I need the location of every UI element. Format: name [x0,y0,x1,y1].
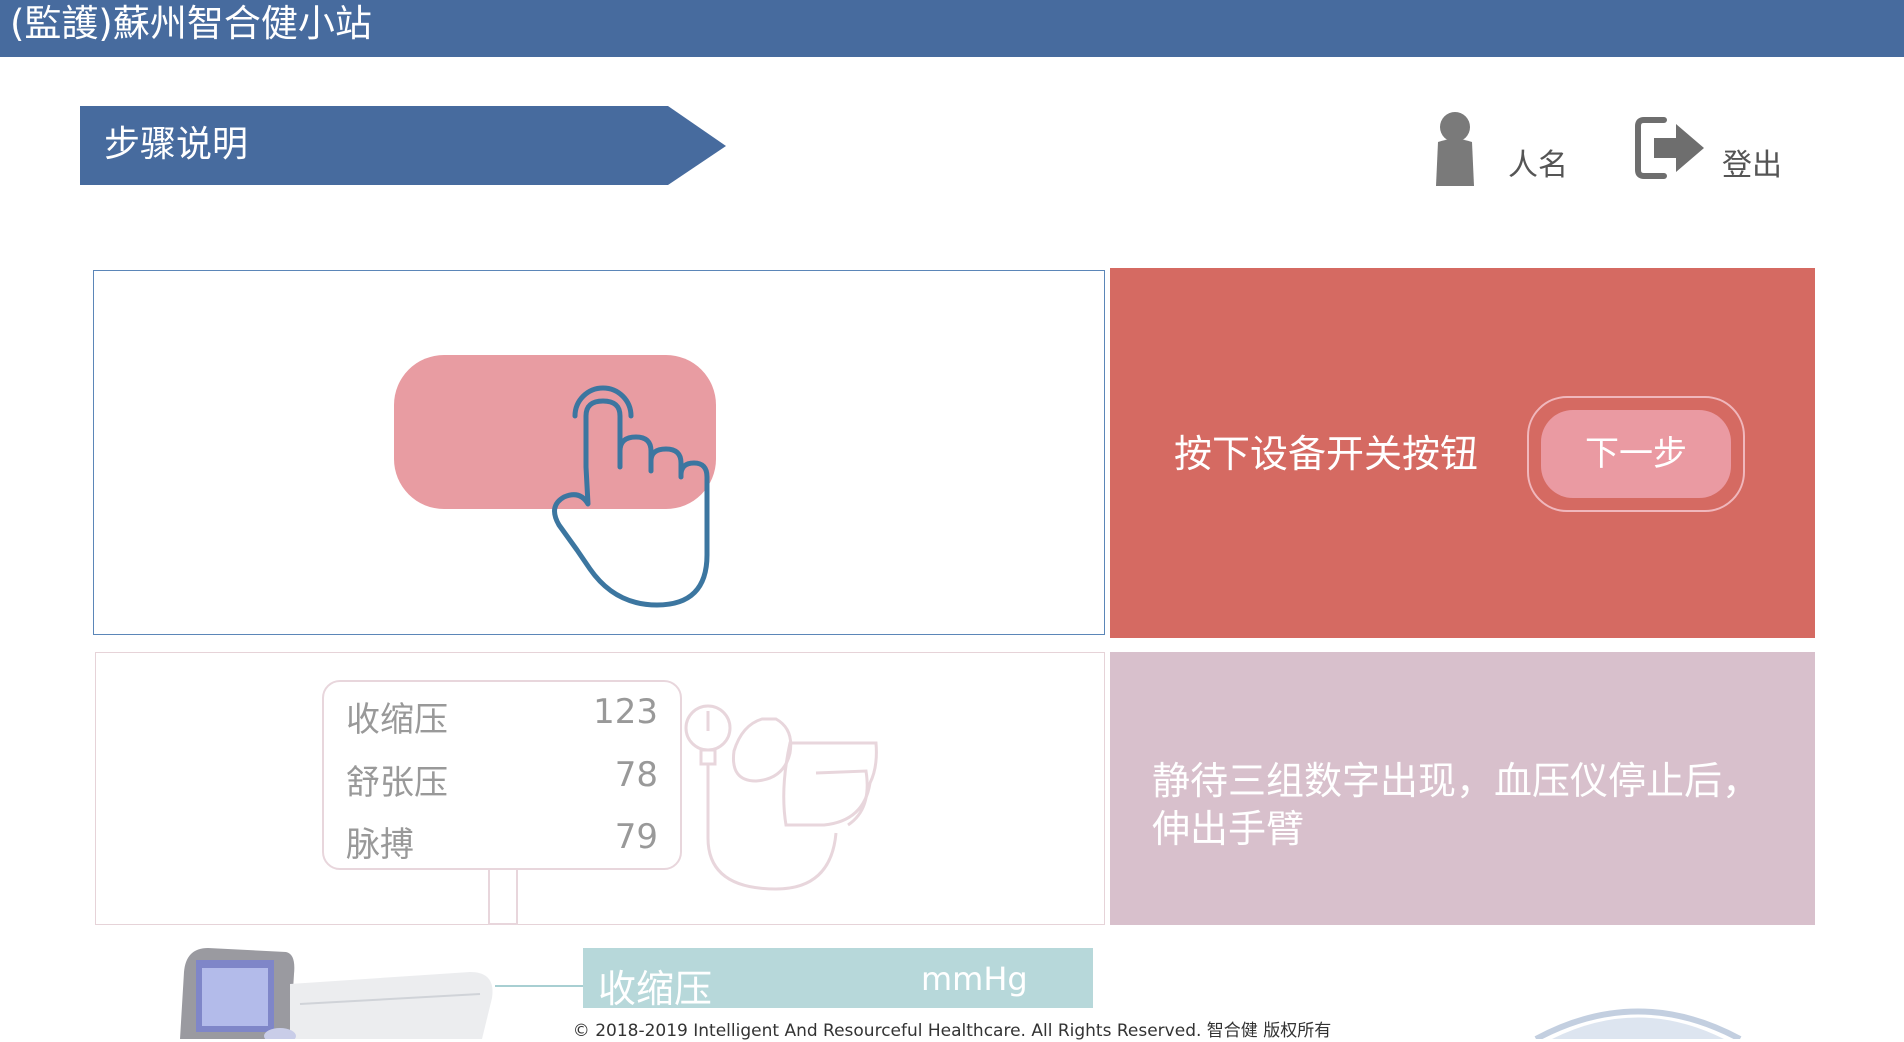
reading-row: 收缩压 123 [346,692,658,742]
app-header: (監護)蘇州智合健小站 [0,0,1904,57]
systolic-unit: mmHg [921,960,1028,998]
logout-label: 登出 [1722,148,1782,183]
reading-row: 脉搏 79 [346,817,658,867]
reading-value: 79 [614,817,658,857]
step1-instruction-text: 按下设备开关按钮 [1174,432,1479,476]
step2-instruction-text: 静待三组数字出现，血压仪停止后，伸出手臂 [1152,759,1761,851]
reading-row: 舒张压 78 [346,755,658,805]
step-banner-label: 步骤说明 [104,124,249,165]
monitor-stand [488,869,518,925]
step-banner: 步骤说明 [80,106,726,185]
reading-value: 123 [593,692,658,732]
bp-monitor-readout: 收缩压 123 舒张压 78 脉搏 79 [322,680,682,870]
reading-label: 脉搏 [346,825,414,865]
app-title: (監護)蘇州智合健小站 [10,2,372,45]
press-button-illustration [394,355,716,608]
reading-label: 收缩压 [346,700,448,740]
systolic-label: 收缩压 [598,967,713,1011]
step1-illustration-panel [93,270,1105,635]
cuff-icon [782,741,878,827]
systolic-preview-bar: 收缩压 mmHg [583,948,1093,1011]
user-name: 人名 [1508,148,1568,183]
logout-button[interactable]: 登出 [1630,108,1810,188]
person-icon [1436,112,1474,186]
next-step-button[interactable]: 下一步 [1541,410,1731,498]
logout-icon [1635,117,1704,179]
device-power-button [394,355,716,509]
step1-instruction-panel: 按下设备开关按钮 下一步 [1110,268,1815,638]
reading-value: 78 [614,755,658,795]
user-profile[interactable]: 人名 [1430,108,1610,188]
connector-line [495,985,585,987]
step2-instruction-panel: 静待三组数字出现，血压仪停止后，伸出手臂 [1110,652,1815,925]
pump-bulb-icon [731,717,793,783]
next-button-ring: 下一步 [1527,396,1745,512]
reading-label: 舒张压 [346,763,448,803]
